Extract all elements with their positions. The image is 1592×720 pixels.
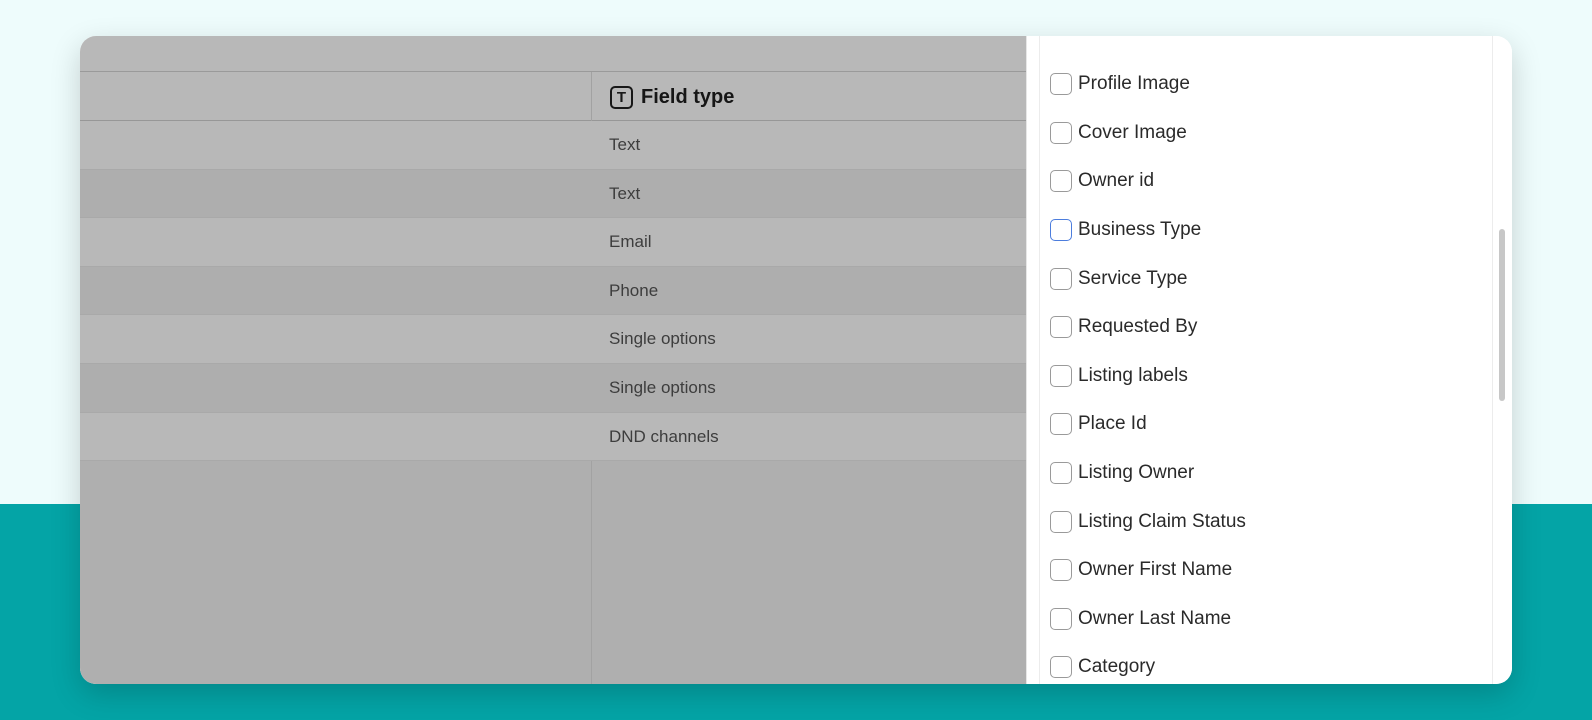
list-item[interactable]: Profile Image	[1050, 60, 1480, 109]
checkbox-label: Place Id	[1078, 413, 1147, 435]
checkbox-label: Business Type	[1078, 219, 1202, 241]
checkbox[interactable]	[1050, 170, 1072, 193]
checkbox[interactable]	[1050, 510, 1072, 533]
list-item[interactable]: Service Type	[1050, 254, 1480, 303]
checkbox-label: Cover Image	[1078, 121, 1187, 143]
checkbox-label: Owner First Name	[1078, 559, 1233, 581]
app-window: T Field type Text Text Email Phone Singl…	[80, 36, 1512, 684]
list-item[interactable]: Requested By	[1050, 303, 1480, 352]
checkbox[interactable]	[1050, 607, 1072, 630]
checkbox[interactable]	[1050, 656, 1072, 679]
list-item[interactable]: Category	[1050, 643, 1480, 684]
checkbox[interactable]	[1050, 73, 1072, 96]
list-item[interactable]: Owner id	[1050, 157, 1480, 206]
panel-divider	[1039, 36, 1040, 684]
checkbox-label: Listing labels	[1078, 364, 1188, 386]
panel-divider	[1492, 36, 1493, 684]
checkbox[interactable]	[1050, 462, 1072, 485]
field-checkbox-list: Profile Image Cover Image Owner id Busin…	[1050, 60, 1480, 684]
checkbox-label: Requested By	[1078, 316, 1198, 338]
checkbox-label: Profile Image	[1078, 73, 1190, 95]
checkbox-label: Listing Claim Status	[1078, 510, 1246, 532]
checkbox[interactable]	[1050, 559, 1072, 582]
field-selection-panel: Profile Image Cover Image Owner id Busin…	[1026, 36, 1512, 684]
list-item[interactable]: Cover Image	[1050, 109, 1480, 158]
list-item[interactable]: Listing Claim Status	[1050, 497, 1480, 546]
checkbox[interactable]	[1050, 413, 1072, 436]
list-item[interactable]: Owner First Name	[1050, 546, 1480, 595]
list-item[interactable]: Business Type	[1050, 206, 1480, 255]
checkbox-label: Listing Owner	[1078, 462, 1195, 484]
checkbox[interactable]	[1050, 267, 1072, 290]
modal-backdrop[interactable]	[80, 36, 1026, 684]
scrollbar-thumb[interactable]	[1499, 229, 1505, 401]
list-item[interactable]: Place Id	[1050, 400, 1480, 449]
checkbox-label: Owner Last Name	[1078, 607, 1232, 629]
list-item[interactable]: Owner Last Name	[1050, 595, 1480, 644]
checkbox[interactable]	[1050, 219, 1072, 242]
checkbox[interactable]	[1050, 364, 1072, 387]
list-item[interactable]: Listing labels	[1050, 352, 1480, 401]
checkbox-label: Category	[1078, 656, 1156, 678]
list-item[interactable]: Listing Owner	[1050, 449, 1480, 498]
checkbox[interactable]	[1050, 121, 1072, 144]
checkbox-label: Service Type	[1078, 267, 1188, 289]
checkbox-label: Owner id	[1078, 170, 1155, 192]
checkbox[interactable]	[1050, 316, 1072, 339]
